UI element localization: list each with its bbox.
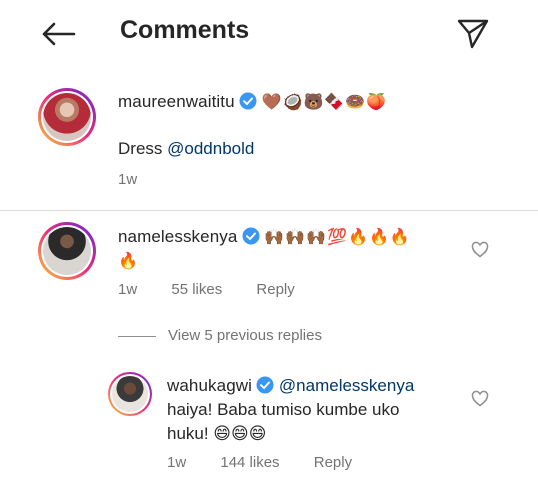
likes-count[interactable]: 144 likes <box>220 454 279 471</box>
reply-meta: 1w 144 likes Reply <box>167 454 382 471</box>
avatar[interactable] <box>41 225 93 277</box>
comment-emoji: 🙌🏾🙌🏾🙌🏾💯🔥🔥🔥 <box>264 227 411 246</box>
like-heart-icon[interactable] <box>471 390 489 408</box>
mention-link[interactable]: @oddnbold <box>167 139 254 158</box>
avatar[interactable] <box>41 91 93 143</box>
verified-badge-icon <box>239 92 257 110</box>
comment-emoji-line2: 🔥 <box>118 251 139 270</box>
page-title: Comments <box>120 16 250 44</box>
like-heart-icon[interactable] <box>471 241 489 259</box>
reply-button[interactable]: Reply <box>314 454 352 471</box>
reply-button[interactable]: Reply <box>256 281 294 298</box>
timestamp: 1w <box>118 171 138 188</box>
reply-text-line1: haiya! Baba tumiso kumbe uko <box>167 400 400 419</box>
username[interactable]: namelesskenya <box>118 227 237 246</box>
divider <box>0 210 538 211</box>
back-arrow-icon[interactable] <box>40 20 76 48</box>
comment-header: namelesskenya 🙌🏾🙌🏾🙌🏾💯🔥🔥🔥 <box>118 227 411 247</box>
verified-badge-icon <box>242 227 260 245</box>
reply-header: wahukagwi @namelesskenya <box>167 376 414 396</box>
reply-text-line2: huku! 😄😄😄 <box>167 424 267 443</box>
mention-link[interactable]: @namelesskenya <box>279 376 414 395</box>
verified-badge-icon <box>256 376 274 394</box>
likes-count[interactable]: 55 likes <box>171 281 222 298</box>
comment-meta: 1w 55 likes Reply <box>118 281 325 298</box>
username[interactable]: wahukagwi <box>167 376 252 395</box>
comment-text: Dress @oddnbold <box>118 139 254 159</box>
avatar[interactable] <box>110 374 150 414</box>
view-replies-button[interactable]: View 5 previous replies <box>168 327 322 344</box>
username[interactable]: maureenwaititu <box>118 92 235 111</box>
replies-divider-line <box>118 336 156 337</box>
timestamp: 1w <box>167 454 187 471</box>
timestamp: 1w <box>118 281 138 298</box>
comment-emoji: 🤎🥥🐻🍫🍩🍑 <box>261 92 388 111</box>
comment-text-prefix: Dress <box>118 139 168 158</box>
comment-header: maureenwaititu 🤎🥥🐻🍫🍩🍑 <box>118 92 387 112</box>
comment-meta: 1w <box>118 171 167 188</box>
send-icon[interactable] <box>456 16 490 50</box>
